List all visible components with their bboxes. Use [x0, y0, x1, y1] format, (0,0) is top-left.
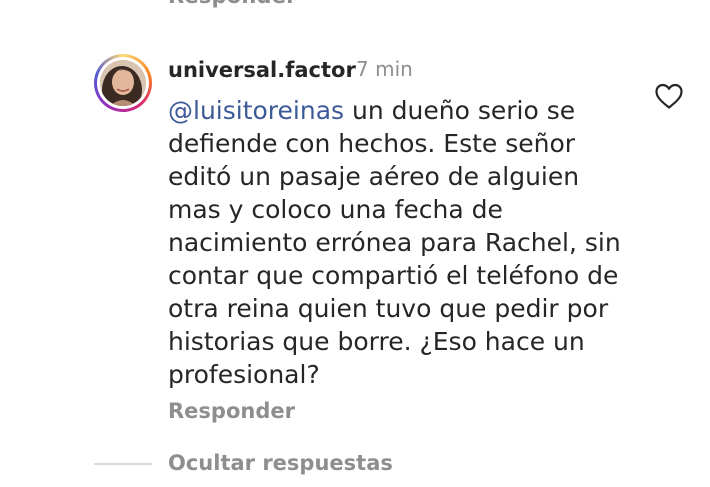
comment-timestamp: 7 min — [356, 57, 413, 81]
avatar-ring-gap — [97, 57, 149, 109]
comment-username[interactable]: universal.factor — [168, 58, 356, 82]
comment-body: @luisitoreinas un dueño serio se defiend… — [168, 94, 638, 391]
comment-text: un dueño serio se defiende con hechos. E… — [168, 96, 621, 389]
mention-link[interactable]: @luisitoreinas — [168, 96, 344, 125]
avatar-photo — [100, 60, 146, 106]
avatar[interactable] — [94, 54, 152, 112]
avatar-image — [100, 60, 146, 106]
heart-outline-icon[interactable] — [654, 82, 684, 110]
previous-reply-button[interactable]: Responder — [168, 0, 297, 8]
reply-button[interactable]: Responder — [168, 399, 295, 423]
hide-replies-button[interactable]: Ocultar respuestas — [168, 451, 393, 475]
replies-divider — [94, 463, 152, 465]
